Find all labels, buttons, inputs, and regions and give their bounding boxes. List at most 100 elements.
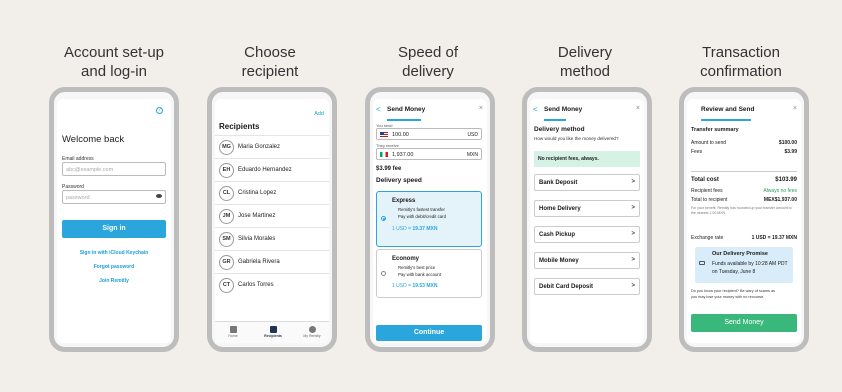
- back-arrow-icon[interactable]: <: [376, 105, 381, 114]
- forgot-password-link[interactable]: Forgot password: [57, 264, 171, 270]
- method-home-delivery[interactable]: Home Delivery >: [534, 200, 640, 217]
- icloud-link[interactable]: Sign in with iCloud Keychain: [57, 250, 171, 256]
- chevron-right-icon: >: [631, 231, 635, 237]
- recipients-icon: [269, 326, 277, 333]
- chevron-right-icon: >: [631, 179, 635, 185]
- avatar: SM: [219, 232, 234, 247]
- you-send-currency: USD: [467, 132, 478, 138]
- home-icon: [229, 326, 237, 333]
- total-recipient-row: Total to recipient MEX$1,937.00: [691, 197, 797, 203]
- progress-underline: [701, 119, 751, 121]
- chevron-right-icon: >: [631, 257, 635, 263]
- delivery-promise: Our Delivery Promise Funds available by …: [695, 247, 793, 283]
- you-send-value: 100.00: [392, 132, 409, 138]
- gear-icon: [308, 326, 316, 333]
- progress-underline: [544, 119, 566, 121]
- total-row: Total cost $103.99: [691, 177, 797, 183]
- exchange-rate-row: Exchange rate 1 USD = 19.37 MXN: [691, 235, 797, 241]
- delivery-speed-heading: Delivery speed: [376, 177, 422, 184]
- send-money-button[interactable]: Send Money: [691, 314, 797, 332]
- method-cash-pickup[interactable]: Cash Pickup >: [534, 226, 640, 243]
- page-title: Send Money: [387, 106, 426, 113]
- continue-button[interactable]: Continue: [376, 325, 482, 341]
- express-line2: Pay with debit/credit card: [398, 214, 447, 219]
- clock-icon: [699, 261, 705, 265]
- recipient-row[interactable]: MG Maria Gonzalez: [215, 135, 329, 158]
- welcome-heading: Welcome back: [62, 134, 125, 145]
- add-recipient-button[interactable]: Add: [314, 111, 324, 117]
- express-radio[interactable]: [381, 216, 386, 221]
- recipient-name: Eduardo Hernandez: [238, 167, 292, 173]
- method-mobile-money[interactable]: Mobile Money >: [534, 252, 640, 269]
- speed-screen: < Send Money × You send 100.00 USD They …: [373, 99, 487, 343]
- recipient-name: Silvia Morales: [238, 236, 276, 242]
- phone-speed: < Send Money × You send 100.00 USD They …: [365, 87, 495, 352]
- recipients-screen: Add Recipients MG Maria Gonzalez EH Eduard…: [215, 99, 329, 343]
- tab-home[interactable]: Home: [218, 324, 248, 338]
- chevron-right-icon: >: [631, 283, 635, 289]
- progress-underline: [387, 119, 421, 121]
- economy-option[interactable]: Economy Remitly's best price Pay with ba…: [376, 249, 482, 298]
- scam-warning-2: you may lose your money with no recourse…: [691, 295, 765, 299]
- fees-row: Fees $3.99: [691, 149, 797, 155]
- close-icon[interactable]: ×: [793, 105, 797, 112]
- express-rate: 1 USD = 19.37 MXN: [392, 226, 438, 232]
- recipient-name: Cristina Lopez: [238, 190, 277, 196]
- password-placeholder: password: [66, 195, 90, 201]
- tab-my-remitly[interactable]: My Remitly: [297, 324, 327, 338]
- they-receive-field[interactable]: 1,937.00 MXN: [376, 148, 482, 160]
- method-bank-deposit[interactable]: Bank Deposit >: [534, 174, 640, 191]
- step-title-account: Account set-up and log-in: [63, 44, 165, 80]
- economy-line2: Pay with bank account: [398, 272, 441, 277]
- recipient-row[interactable]: SM Silvia Morales: [215, 227, 329, 250]
- express-card: Express Remitly's fastest transfer Pay w…: [389, 196, 477, 242]
- recipient-name: Jose Martinez: [238, 213, 276, 219]
- method-debit-card-deposit[interactable]: Debit Card Deposit >: [534, 278, 640, 295]
- avatar: GR: [219, 255, 234, 270]
- recipients-title: Recipients: [219, 122, 260, 131]
- help-icon[interactable]: ?: [156, 107, 163, 114]
- step-title-recipient: Choose recipient: [241, 44, 299, 80]
- phone-recipients: Add Recipients MG Maria Gonzalez EH Eduard…: [207, 87, 337, 352]
- delivery-question: How would you like the money delivered?: [534, 136, 619, 141]
- show-password-icon[interactable]: [156, 194, 162, 198]
- back-arrow-icon[interactable]: <: [533, 105, 538, 114]
- recipient-row[interactable]: GR Gabriela Rivera: [215, 250, 329, 273]
- rounding-note: For your benefit, Remitly has rounded up…: [691, 206, 792, 215]
- avatar: JM: [219, 209, 234, 224]
- phone-confirmation: Review and Send × Transfer summary Amoun…: [679, 87, 809, 352]
- avatar: CT: [219, 278, 234, 293]
- recipient-name: Maria Gonzalez: [238, 144, 281, 150]
- tab-recipients[interactable]: Recipients: [258, 324, 288, 338]
- close-icon[interactable]: ×: [636, 105, 640, 112]
- step-title-speed: Speed of delivery: [397, 44, 459, 80]
- you-send-field[interactable]: 100.00 USD: [376, 128, 482, 140]
- economy-rate: 1 USD = 19.53 MXN: [392, 283, 438, 289]
- header: < Send Money ×: [373, 105, 487, 119]
- sign-in-button[interactable]: Sign in: [62, 220, 166, 238]
- recipient-row[interactable]: JM Jose Martinez: [215, 204, 329, 227]
- recipient-row[interactable]: CL Cristina Lopez: [215, 181, 329, 204]
- step-title-method: Delivery method: [557, 44, 613, 80]
- economy-radio[interactable]: [381, 271, 386, 276]
- avatar: EH: [219, 163, 234, 178]
- no-fees-banner: No recipient fees, always.: [534, 151, 640, 167]
- fee-text: $3.99 fee: [376, 166, 402, 172]
- avatar: CL: [219, 186, 234, 201]
- express-line1: Remitly's fastest transfer: [398, 207, 445, 212]
- they-receive-currency: MXN: [466, 152, 478, 158]
- chevron-right-icon: >: [631, 205, 635, 211]
- join-link[interactable]: Join Remitly: [57, 278, 171, 284]
- divider: [691, 171, 797, 172]
- confirmation-screen: Review and Send × Transfer summary Amoun…: [687, 99, 801, 343]
- close-icon[interactable]: ×: [479, 105, 483, 112]
- password-field[interactable]: password: [62, 190, 166, 204]
- recipient-row[interactable]: EH Eduardo Hernandez: [215, 158, 329, 181]
- recipient-row[interactable]: CT Carlos Torres: [215, 273, 329, 296]
- promise-title: Our Delivery Promise: [712, 251, 768, 257]
- page-title: Send Money: [544, 106, 583, 113]
- email-field[interactable]: abc@example.com: [62, 162, 166, 176]
- recipient-name: Carlos Torres: [238, 282, 274, 288]
- express-option[interactable]: Express Remitly's fastest transfer Pay w…: [376, 191, 482, 247]
- recipient-fees-row: Recipient fees Always no fees: [691, 188, 797, 194]
